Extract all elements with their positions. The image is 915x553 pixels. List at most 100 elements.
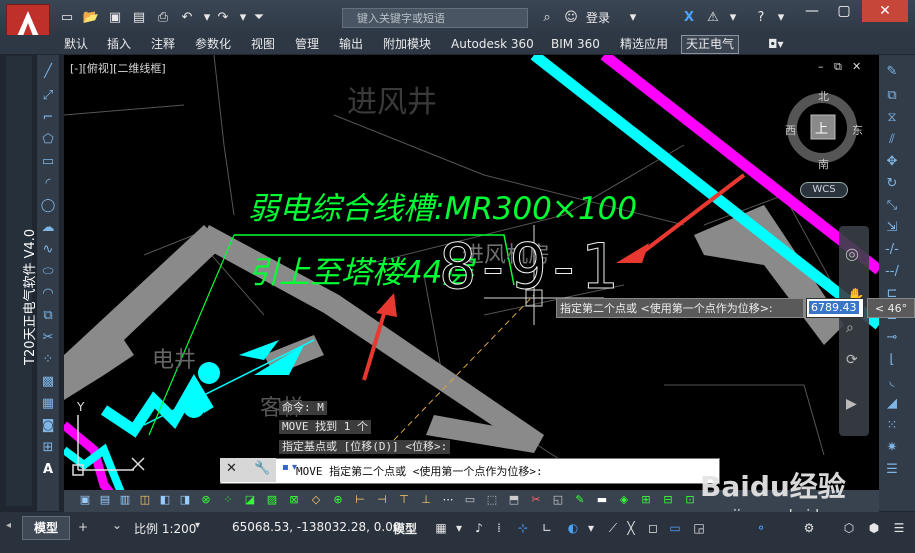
- extend-icon[interactable]: --/: [882, 262, 902, 282]
- snap-tool-7-icon[interactable]: ⊗: [198, 492, 214, 508]
- insert-block-icon[interactable]: ⧉: [38, 306, 58, 326]
- chamfer-icon[interactable]: ⌊: [882, 350, 902, 370]
- isolate-objects-icon[interactable]: ⬡: [840, 518, 858, 538]
- snap-tool-14-icon[interactable]: ⊢: [352, 492, 368, 508]
- explode-icon[interactable]: ✷: [882, 438, 902, 458]
- polygon-icon[interactable]: ⬠: [38, 130, 58, 150]
- wcs-menu[interactable]: WCS: [800, 182, 848, 198]
- scale-dropdown-icon[interactable]: ▾: [195, 520, 200, 531]
- tab-model[interactable]: 模型: [22, 516, 70, 540]
- user-icon[interactable]: ☺: [562, 9, 580, 27]
- snap-tool-26-icon[interactable]: ◈: [616, 492, 632, 508]
- menu-item-annotate[interactable]: 注释: [151, 36, 175, 53]
- coordinate-readout[interactable]: 65068.53, -138032.28, 0.00: [232, 520, 400, 534]
- lineweight-icon[interactable]: ▭: [666, 518, 684, 538]
- command-recent-icon[interactable]: ▪ ▾: [282, 462, 297, 473]
- snap-tool-13-icon[interactable]: ⊕: [330, 492, 346, 508]
- xline-icon[interactable]: ⤢: [38, 86, 58, 106]
- compass-south[interactable]: 南: [818, 156, 829, 172]
- viewport-restore-icon[interactable]: ⧉: [834, 60, 842, 74]
- polyline-icon[interactable]: ⌐: [38, 108, 58, 128]
- command-customize-icon[interactable]: 🔧: [254, 461, 270, 476]
- spline-icon[interactable]: ∿: [38, 240, 58, 260]
- rotate-icon[interactable]: ↻: [882, 174, 902, 194]
- dynamic-input-icon[interactable]: ⊹: [514, 518, 532, 538]
- transparency-icon[interactable]: ◲: [690, 518, 708, 538]
- snap-tool-8-icon[interactable]: ⁘: [220, 492, 236, 508]
- menu-item-bim360[interactable]: BIM 360: [551, 36, 600, 53]
- osnap-tracking-icon[interactable]: ╳: [622, 518, 640, 538]
- menu-item-autodesk360[interactable]: Autodesk 360: [451, 36, 534, 53]
- save-icon[interactable]: ▣: [106, 9, 124, 27]
- zoom-icon[interactable]: ⌕: [846, 320, 854, 336]
- properties-icon[interactable]: ☰: [882, 460, 902, 480]
- app-dropdown-icon[interactable]: ▾: [724, 9, 742, 27]
- array-icon[interactable]: ⁙: [882, 416, 902, 436]
- viewport-minimize-icon[interactable]: –: [818, 60, 824, 73]
- orbit-icon[interactable]: ⟳: [846, 352, 858, 368]
- undo-icon[interactable]: ↶: [178, 9, 196, 27]
- snap-tool-24-icon[interactable]: ✎: [572, 492, 588, 508]
- annotation-visibility-icon[interactable]: ⚬: [752, 518, 770, 538]
- annotation-text-line1[interactable]: 弱电综合线槽:MR300×100: [248, 183, 637, 228]
- quick-access-menu-icon[interactable]: ⏷: [250, 9, 268, 27]
- viewport-close-icon[interactable]: ✕: [852, 60, 861, 73]
- print-icon[interactable]: ⎙: [154, 9, 172, 27]
- compass-north[interactable]: 北: [818, 88, 829, 104]
- snap-tool-12-icon[interactable]: ◇: [308, 492, 324, 508]
- steering-wheel-icon[interactable]: ◎: [845, 244, 859, 263]
- compass-east[interactable]: 东: [852, 122, 863, 138]
- point-icon[interactable]: ⁘: [38, 350, 58, 370]
- mirror-icon[interactable]: ⧖: [882, 108, 902, 128]
- snap-tool-18-icon[interactable]: ⋯: [440, 492, 456, 508]
- compass-west[interactable]: 西: [785, 122, 796, 138]
- snap-tool-25-icon[interactable]: ▬: [594, 492, 610, 508]
- snap-tool-17-icon[interactable]: ⊥: [418, 492, 434, 508]
- menu-item-default[interactable]: 默认: [64, 36, 88, 53]
- binoculars-icon[interactable]: ⌕: [538, 9, 556, 27]
- offset-icon[interactable]: ⫽: [882, 130, 902, 150]
- help-dropdown-icon[interactable]: ▾: [772, 9, 790, 27]
- command-input[interactable]: MOVE 指定第二个点或 <使用第一个点作为位移>:: [296, 463, 543, 479]
- add-layout-icon[interactable]: +: [78, 520, 88, 534]
- search-input[interactable]: 键入关键字或短语: [342, 8, 528, 28]
- mtext-icon[interactable]: A: [38, 460, 58, 480]
- snap-tool-29-icon[interactable]: ⊡: [682, 492, 698, 508]
- join-icon[interactable]: ⊸: [882, 328, 902, 348]
- polar-dropdown-icon[interactable]: ▾: [582, 518, 600, 538]
- make-block-icon[interactable]: ✂: [38, 328, 58, 348]
- hatch-icon[interactable]: ▩: [38, 372, 58, 392]
- menu-item-tangent-electric[interactable]: 天正电气: [681, 35, 740, 54]
- help-icon[interactable]: ?: [752, 9, 770, 27]
- annotation-scale[interactable]: 比例 1:200: [134, 520, 196, 537]
- arc-icon[interactable]: ◜: [38, 174, 58, 194]
- menu-item-parametric[interactable]: 参数化: [195, 36, 231, 53]
- menu-item-view[interactable]: 视图: [251, 36, 275, 53]
- fillet-icon[interactable]: ◟: [882, 372, 902, 392]
- snap-tool-6-icon[interactable]: ◨: [177, 492, 193, 508]
- snap-tool-28-icon[interactable]: ⊟: [660, 492, 676, 508]
- ribbon-toggle-icon[interactable]: ◘▾: [768, 36, 784, 53]
- stretch-icon[interactable]: ⇲: [882, 218, 902, 238]
- snap-tool-9-icon[interactable]: ◪: [242, 492, 258, 508]
- snap-tool-21-icon[interactable]: ⬒: [506, 492, 522, 508]
- close-button[interactable]: ✕: [862, 0, 908, 22]
- gradient-icon[interactable]: ▦: [38, 394, 58, 414]
- menu-item-manage[interactable]: 管理: [295, 36, 319, 53]
- snap-tool-19-icon[interactable]: ▭: [462, 492, 478, 508]
- menu-item-addins[interactable]: 附加模块: [383, 36, 431, 53]
- view-cube-top-face[interactable]: 上: [815, 118, 828, 137]
- showmotion-icon[interactable]: ▶: [846, 396, 857, 412]
- snap-tool-20-icon[interactable]: ⬚: [484, 492, 500, 508]
- table-icon[interactable]: ⊞: [38, 438, 58, 458]
- drawing-canvas[interactable]: 进风井 进风机房 电井 客梯 弱电综合线槽:MR300×100 引上至塔楼44层…: [64, 55, 879, 510]
- osnap-icon[interactable]: ◻: [644, 518, 662, 538]
- revcloud-icon[interactable]: ☁: [38, 218, 58, 238]
- snap-tool-5-icon[interactable]: ◧: [157, 492, 173, 508]
- login-button[interactable]: 登录: [586, 9, 610, 27]
- snap-tool-27-icon[interactable]: ⊞: [638, 492, 654, 508]
- hardware-acceleration-icon[interactable]: ⬢: [865, 518, 883, 538]
- login-dropdown-icon[interactable]: ▾: [624, 9, 642, 27]
- move-icon[interactable]: ✥: [882, 152, 902, 172]
- ellipse-icon[interactable]: ⬭: [38, 262, 58, 282]
